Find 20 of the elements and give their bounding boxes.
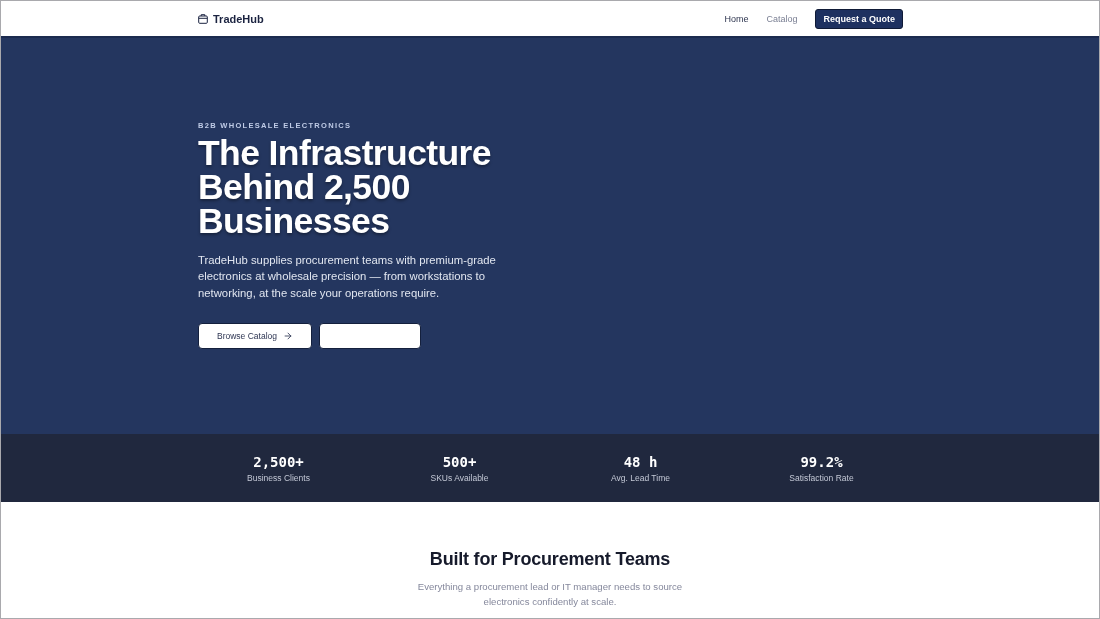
- stat-label: Business Clients: [247, 472, 310, 483]
- hero-title: The Infrastructure Behind 2,500 Businesses: [198, 136, 491, 238]
- stat-value: 99.2%: [800, 453, 843, 470]
- browse-button[interactable]: Browse Catalog: [198, 322, 312, 349]
- stat-label: Avg. Lead Time: [611, 472, 670, 483]
- nav-link[interactable]: Home: [724, 13, 749, 24]
- nav-link[interactable]: Catalog: [766, 13, 798, 24]
- arrow-right-icon: [283, 330, 293, 341]
- hero-description: TradeHub supplies procurement teams with premium-grade electronics at wholesale precision — from workstations to networking, at the scale your operations require.: [198, 253, 497, 301]
- blank-button[interactable]: [319, 322, 421, 349]
- section-title: Built for Procurement Teams: [429, 549, 671, 570]
- stat-value: 2,500+: [253, 453, 304, 470]
- brand-name: TradeHub: [213, 12, 264, 25]
- stat-value: 48 h: [623, 453, 658, 470]
- stat-label: Satisfaction Rate: [789, 472, 854, 483]
- quote-button[interactable]: Request a Quote: [815, 8, 903, 29]
- stat-label: SKUs Available: [430, 472, 489, 483]
- section-subtitle: Everything a procurement lead or IT manager needs to source electronics confidently at scale.: [416, 580, 684, 609]
- stat-value: 500+: [442, 453, 477, 470]
- briefcase-icon: [198, 13, 208, 24]
